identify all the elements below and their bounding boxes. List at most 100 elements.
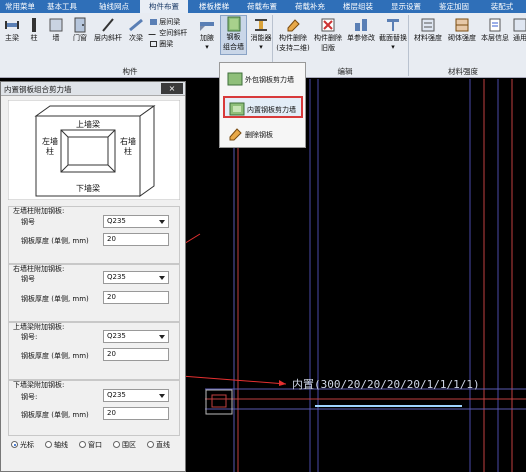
main-beam-label: 主梁 [5, 34, 19, 42]
steel-grade-select[interactable]: Q235 [103, 389, 169, 402]
column-outline [205, 389, 233, 415]
radio-icon [45, 441, 52, 448]
chevron-down-icon [159, 394, 165, 398]
section-replace-icon [387, 19, 399, 31]
tab-display-settings[interactable]: 显示设置 [384, 0, 428, 13]
material-strength-button[interactable]: 材料强度 [412, 17, 444, 43]
section-replace-label: 截面替换 [379, 34, 407, 42]
section-heading: 下墙梁附加钢板: [13, 381, 65, 389]
floor-info-label: 本层信息 [481, 34, 509, 42]
wall-annotation: 内置(300/20/20/20/20/1/1/1/1) [292, 377, 480, 391]
steel-grade-value: Q235 [107, 332, 126, 340]
space-slant-button[interactable]: 空间斜杆 [148, 28, 187, 38]
secondary-beam-icon [129, 18, 143, 32]
steel-grade-select[interactable]: Q235 [103, 215, 169, 228]
section-replace-button[interactable]: 截面替换 ▾ [378, 17, 408, 51]
menu-item-outer-steel-wall[interactable]: 外包钢板剪力墙 [223, 68, 303, 90]
section-left-column-plate: 左墙柱附加钢板: 钢号 Q235 钢板厚度 (单侧, mm) 20 [8, 206, 180, 264]
steel-grade-label: 钢号 [21, 218, 35, 226]
wall-button[interactable]: 墙 [48, 17, 64, 43]
member-delete-old-label: 构件删除 [314, 34, 342, 42]
secondary-beam-button[interactable]: 次梁 [126, 17, 146, 43]
tab-prefabricated[interactable]: 装配式 [480, 0, 524, 13]
inter-beam-button[interactable]: 层间梁 [150, 17, 180, 27]
snap-mode-group: 光标 轴线 窗口 围区 直线 [11, 440, 183, 452]
thickness-input[interactable]: 20 [103, 407, 169, 420]
wall-label: 墙 [52, 34, 60, 42]
steel-grade-label: 钢号: [21, 393, 38, 401]
material-strength-icon [421, 18, 435, 32]
steel-grade-label: 钢号 [21, 275, 35, 283]
masonry-strength-label: 砌体强度 [448, 34, 476, 42]
door-window-label: 门窗 [73, 34, 87, 42]
column-icon [32, 18, 36, 32]
haunch-label: 加腋 [200, 34, 214, 42]
tab-common-menu[interactable]: 常用菜单 [0, 0, 40, 13]
energy-damper-label: 消能器 [250, 34, 272, 42]
inner-slant-column-button[interactable]: 层内斜杆 [92, 17, 124, 43]
radio-cursor[interactable]: 光标 [11, 440, 34, 450]
steel-grade-value: Q235 [107, 391, 126, 399]
main-beam-button[interactable]: 主梁 [2, 17, 22, 43]
radio-label: 围区 [122, 441, 136, 449]
radio-label: 光标 [20, 441, 34, 449]
steel-grade-label: 钢号: [21, 333, 38, 341]
menu-item-inner-steel-wall[interactable]: 内置钢板剪力墙 [223, 96, 303, 118]
tab-basic-tools[interactable]: 基本工具 [42, 0, 82, 13]
member-delete-label: 构件删除 [279, 34, 307, 42]
wall-diagram: 上墙梁 下墙梁 左墙柱 右墙柱 [8, 100, 180, 200]
single-param-edit-button[interactable]: 单参修改 [346, 17, 376, 43]
wall-icon [49, 18, 63, 32]
member-delete-2d-button[interactable]: 构件删除 (支持二维) [276, 17, 310, 53]
floor-info-button[interactable]: 本层信息 [479, 17, 511, 43]
close-button[interactable]: × [161, 83, 183, 94]
section-heading: 右墙柱附加钢板: [13, 265, 65, 273]
secondary-beam-label: 次梁 [129, 34, 143, 42]
tab-axis-grid[interactable]: 轴线网点 [92, 0, 136, 13]
space-slant-icon [148, 29, 159, 35]
inner-steel-wall-panel: 内置钢板组合剪力墙 × 上墙梁 下墙梁 左墙柱 右墙柱 左墙柱附加钢板: 钢号 … [0, 81, 186, 472]
radio-label: 轴线 [54, 441, 68, 449]
general-button[interactable]: 通用 [512, 17, 526, 43]
edit-param-icon [355, 19, 367, 31]
tab-floor-assembly[interactable]: 楼层组装 [336, 0, 380, 13]
group-label-edit: 编辑 [337, 67, 353, 76]
material-strength-label: 材料强度 [414, 34, 442, 42]
ring-beam-button[interactable]: 圈梁 [150, 39, 173, 49]
radio-enclose[interactable]: 围区 [113, 440, 136, 450]
tab-load-supplement[interactable]: 荷载补充 [288, 0, 332, 13]
thickness-input[interactable]: 20 [103, 348, 169, 361]
radio-selected-icon [11, 441, 18, 448]
thickness-input[interactable]: 20 [103, 233, 169, 246]
masonry-strength-button[interactable]: 砌体强度 [446, 17, 478, 43]
thickness-label: 钢板厚度 (单侧, mm) [21, 295, 89, 303]
steel-grade-select[interactable]: Q235 [103, 271, 169, 284]
panel-title-bar[interactable]: 内置钢板组合剪力墙 × [1, 82, 185, 96]
door-window-button[interactable]: 门窗 [70, 17, 90, 43]
column-outline [211, 394, 227, 408]
chevron-down-icon [159, 276, 165, 280]
energy-damper-button[interactable]: 消能器 ▾ [249, 17, 273, 51]
inner-slant-label: 层内斜杆 [94, 34, 122, 42]
haunch-button[interactable]: 加腋 ▾ [196, 17, 218, 51]
tab-member-layout[interactable]: 构件布置 [140, 0, 188, 13]
inter-beam-icon [150, 19, 157, 25]
menu-item-delete-steel-plate[interactable]: 删除钢板 [223, 123, 303, 145]
masonry-icon [455, 18, 469, 32]
eraser-icon [287, 19, 300, 32]
tab-appraisal-reinforce[interactable]: 鉴定加固 [432, 0, 476, 13]
tab-slab-stair[interactable]: 楼板楼梯 [192, 0, 236, 13]
steel-grade-value: Q235 [107, 217, 126, 225]
radio-label: 直线 [156, 441, 170, 449]
combo-wall-label: 组合墙 [223, 43, 244, 51]
member-delete-old-button[interactable]: 构件删除 旧版 [311, 17, 345, 53]
radio-axis[interactable]: 轴线 [45, 440, 68, 450]
column-button[interactable]: 柱 [26, 17, 42, 43]
steel-grade-select[interactable]: Q235 [103, 330, 169, 343]
radio-line[interactable]: 直线 [147, 440, 170, 450]
tab-load-layout[interactable]: 荷载布置 [240, 0, 284, 13]
thickness-input[interactable]: 20 [103, 291, 169, 304]
radio-window[interactable]: 窗口 [79, 440, 102, 450]
steel-plate-combo-wall-button[interactable]: 钢板 组合墙 [220, 15, 247, 55]
general-label: 通用 [513, 34, 526, 42]
